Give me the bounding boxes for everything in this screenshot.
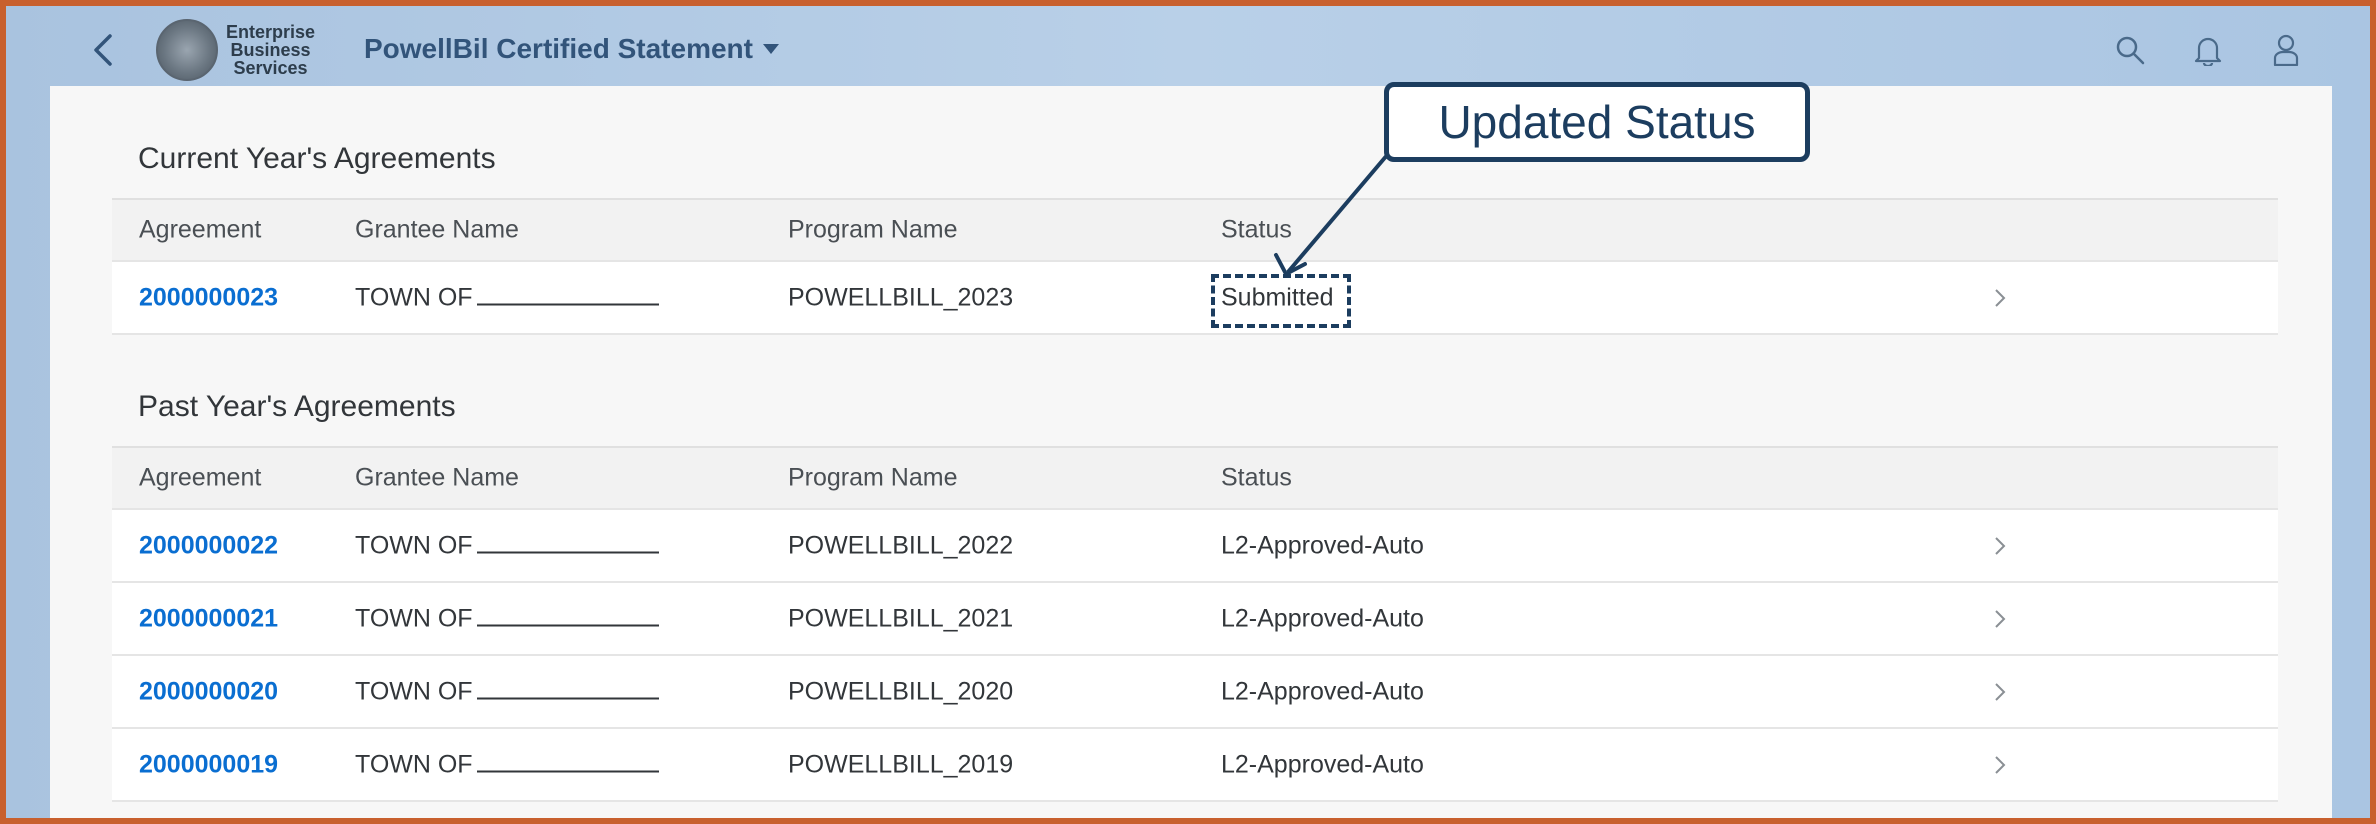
table-row[interactable]: 2000000023 TOWN OF POWELLBILL_2023 Submi… xyxy=(112,262,2278,335)
grantee-text: TOWN OF xyxy=(355,604,473,632)
grantee-name: TOWN OF xyxy=(355,283,659,312)
status-text: L2-Approved-Auto xyxy=(1221,677,1424,705)
logo-text: Enterprise Business Services xyxy=(226,23,315,77)
program-name: POWELLBILL_2022 xyxy=(788,531,1014,559)
chevron-right-icon xyxy=(1995,682,2006,701)
header-program-name: Program Name xyxy=(788,215,958,244)
bell-icon xyxy=(2194,37,2222,66)
program-name: POWELLBILL_2019 xyxy=(788,750,1014,778)
chevron-left-icon xyxy=(94,34,112,66)
chevron-right-icon xyxy=(1995,288,2006,307)
current-agreements-title: Current Year's Agreements xyxy=(138,142,496,175)
user-profile-button[interactable] xyxy=(2268,32,2304,68)
status-highlight-box xyxy=(1211,274,1351,328)
grantee-name: TOWN OF xyxy=(355,677,659,706)
notifications-button[interactable] xyxy=(2190,32,2226,68)
grantee-text: TOWN OF xyxy=(355,750,473,778)
header-status: Status xyxy=(1221,463,1292,492)
header-grantee-name: Grantee Name xyxy=(355,215,519,244)
logo-line-2: Business xyxy=(230,40,311,60)
company-logo[interactable]: Enterprise Business Services xyxy=(156,18,315,82)
table-header: Agreement Grantee Name Program Name Stat… xyxy=(112,198,2278,262)
search-button[interactable] xyxy=(2112,32,2148,68)
header-program-name: Program Name xyxy=(788,463,958,492)
table-row[interactable]: 2000000022 TOWN OF POWELLBILL_2022 L2-Ap… xyxy=(112,510,2278,583)
app-title: PowellBil Certified Statement xyxy=(364,33,753,64)
status-text: L2-Approved-Auto xyxy=(1221,531,1424,559)
current-agreements-table: Agreement Grantee Name Program Name Stat… xyxy=(112,198,2278,335)
agreement-link[interactable]: 2000000020 xyxy=(139,677,278,706)
table-header: Agreement Grantee Name Program Name Stat… xyxy=(112,446,2278,510)
program-name: POWELLBILL_2021 xyxy=(788,604,1014,632)
redacted-blank xyxy=(476,606,659,626)
shell-bar: Enterprise Business Services PowellBil C… xyxy=(6,6,2370,86)
redacted-blank xyxy=(476,752,659,772)
caret-down-icon xyxy=(762,44,779,54)
header-agreement: Agreement xyxy=(139,463,262,492)
agreement-link[interactable]: 2000000022 xyxy=(139,531,278,560)
updated-status-callout: Updated Status xyxy=(1384,82,1810,162)
table-row[interactable]: 2000000021 TOWN OF POWELLBILL_2021 L2-Ap… xyxy=(112,583,2278,656)
search-icon xyxy=(2116,36,2145,65)
chevron-right-icon xyxy=(1995,536,2006,555)
agreement-link[interactable]: 2000000023 xyxy=(139,283,278,312)
program-name: POWELLBILL_2020 xyxy=(788,677,1014,705)
grantee-name: TOWN OF xyxy=(355,750,659,779)
app-title-menu[interactable]: PowellBil Certified Statement xyxy=(364,33,779,65)
header-agreement: Agreement xyxy=(139,215,262,244)
grantee-text: TOWN OF xyxy=(355,677,473,705)
table-row[interactable]: 2000000019 TOWN OF POWELLBILL_2019 L2-Ap… xyxy=(112,729,2278,802)
screenshot-frame: Enterprise Business Services PowellBil C… xyxy=(0,0,2376,824)
header-grantee-name: Grantee Name xyxy=(355,463,519,492)
redacted-blank xyxy=(476,679,659,699)
grantee-name: TOWN OF xyxy=(355,531,659,560)
past-agreements-title: Past Year's Agreements xyxy=(138,390,456,423)
header-status: Status xyxy=(1221,215,1292,244)
grantee-name: TOWN OF xyxy=(355,604,659,633)
back-button[interactable] xyxy=(86,30,120,70)
table-row[interactable]: 2000000020 TOWN OF POWELLBILL_2020 L2-Ap… xyxy=(112,656,2278,729)
grantee-text: TOWN OF xyxy=(355,283,473,311)
status-text: L2-Approved-Auto xyxy=(1221,750,1424,778)
user-icon xyxy=(2273,34,2299,66)
chevron-right-icon xyxy=(1995,755,2006,774)
seal-icon xyxy=(156,19,218,81)
logo-line-3: Services xyxy=(233,58,308,78)
redacted-blank xyxy=(476,285,659,305)
agreement-link[interactable]: 2000000021 xyxy=(139,604,278,633)
status-text: L2-Approved-Auto xyxy=(1221,604,1424,632)
logo-line-1: Enterprise xyxy=(226,22,316,42)
program-name: POWELLBILL_2023 xyxy=(788,283,1014,311)
content-panel: Current Year's Agreements Agreement Gran… xyxy=(50,86,2332,818)
redacted-blank xyxy=(476,533,659,553)
past-agreements-table: Agreement Grantee Name Program Name Stat… xyxy=(112,446,2278,802)
agreement-link[interactable]: 2000000019 xyxy=(139,750,278,779)
chevron-right-icon xyxy=(1995,609,2006,628)
callout-text: Updated Status xyxy=(1438,96,1756,148)
grantee-text: TOWN OF xyxy=(355,531,473,559)
